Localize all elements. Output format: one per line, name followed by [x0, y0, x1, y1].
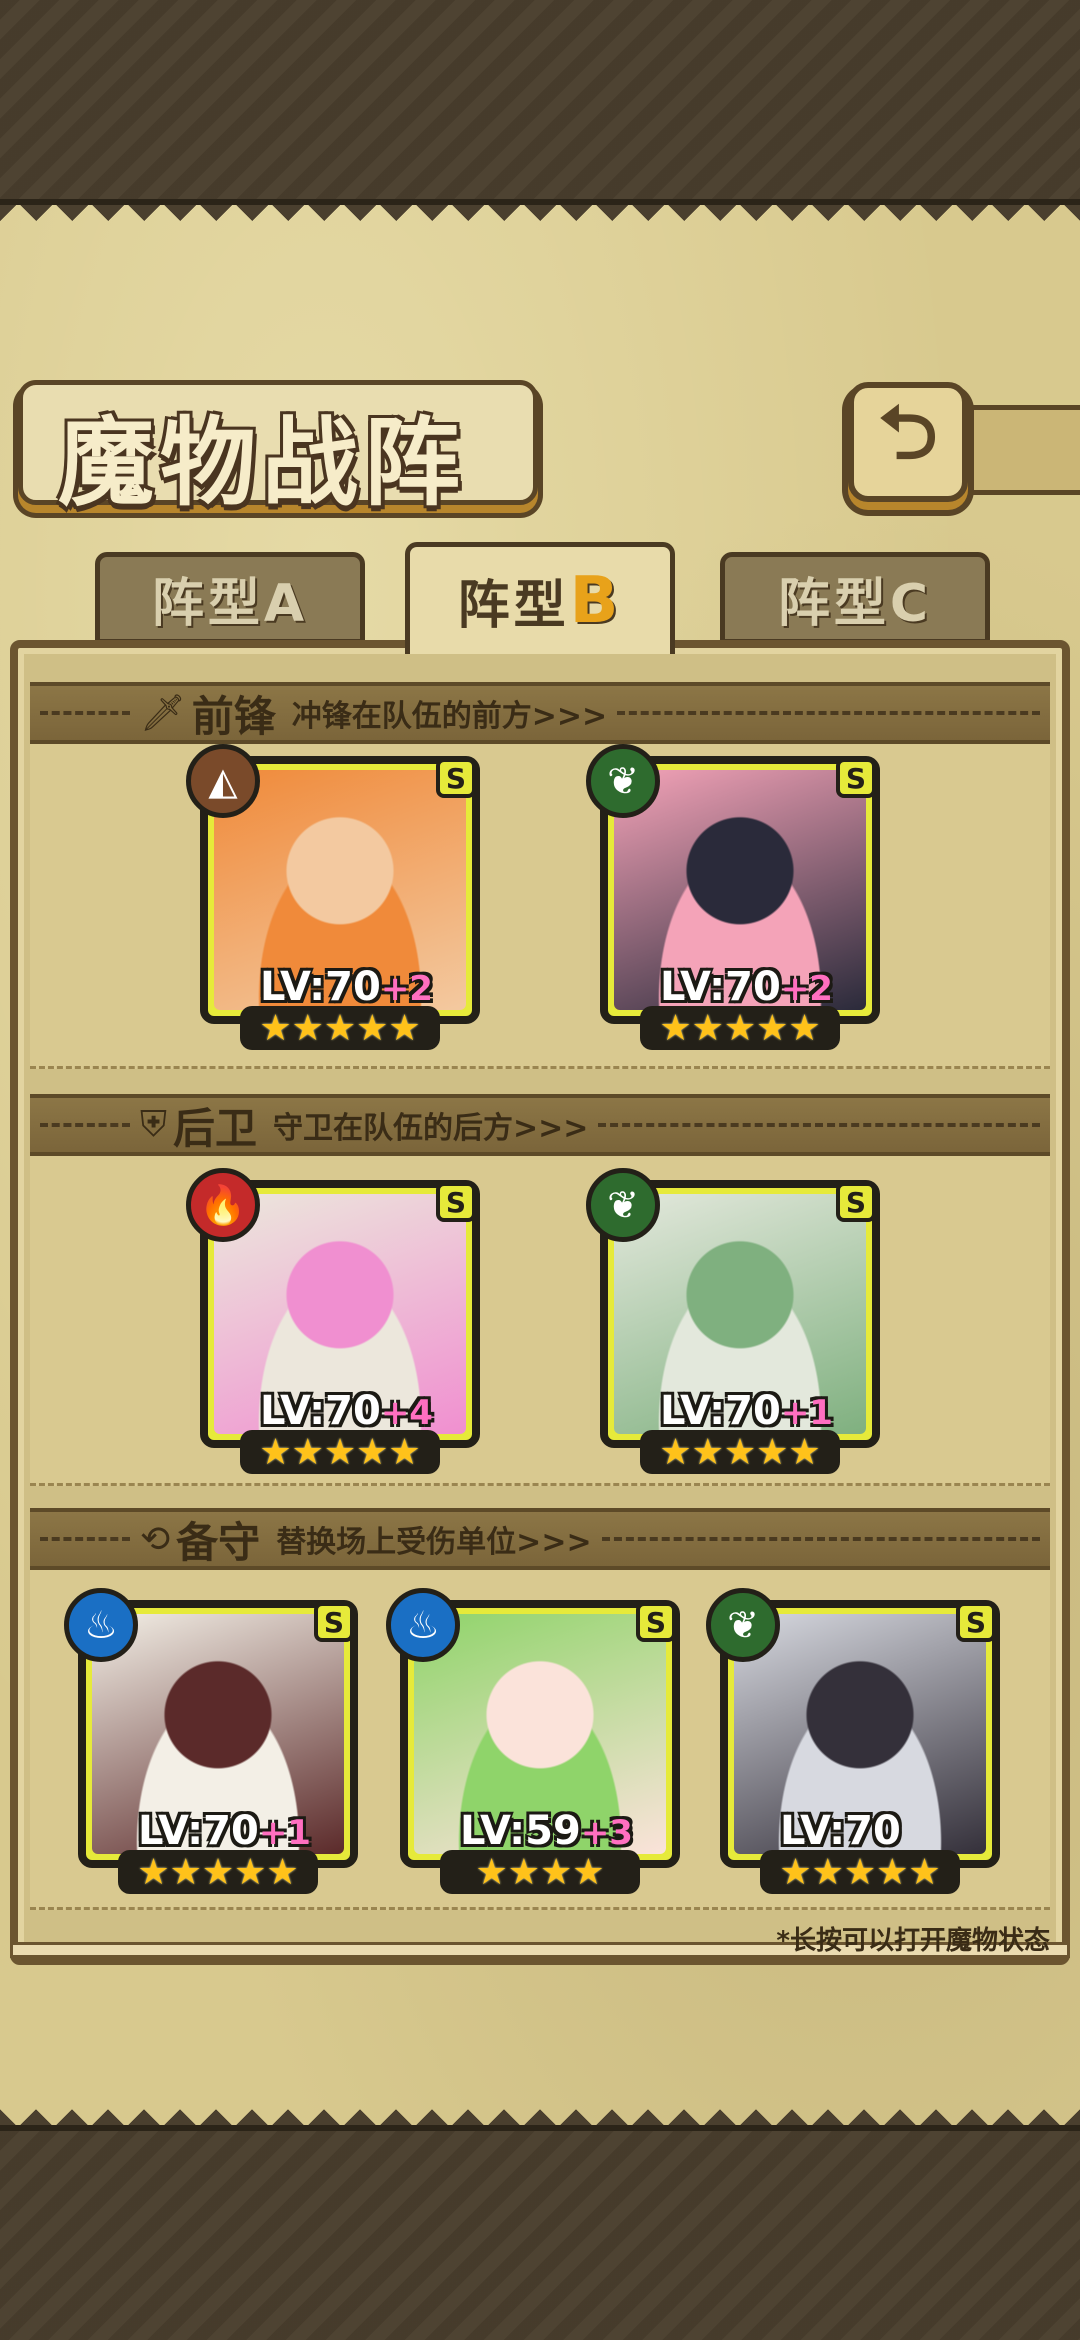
level-value: LV:70 [260, 1388, 381, 1434]
level-bonus: +1 [258, 1813, 311, 1853]
water-element-icon: ♨ [386, 1588, 460, 1662]
level-value: LV:70 [138, 1808, 259, 1854]
earth-element-icon: ◭ [186, 744, 260, 818]
sword-icon: 🗡 [140, 693, 186, 734]
star-rating: ★★★★★ [118, 1850, 318, 1894]
monster-card-back-1[interactable]: S 🔥 LV:70+4 ★★★★★ [186, 1168, 480, 1474]
monster-card-reserve-2[interactable]: S ♨ LV:59+3 ★★★★ [386, 1588, 680, 1894]
level-label: LV:59+3 [460, 1808, 633, 1854]
zigzag-edge-bottom [0, 2097, 1080, 2125]
tab-label-letter: B [569, 563, 623, 638]
return-arrow-icon: ⮌ [878, 390, 938, 476]
section-description: 守卫在队伍的后方>>> [273, 1111, 589, 1146]
shield-icon: ⛨ [140, 1104, 168, 1145]
level-bonus: +2 [780, 969, 833, 1009]
rank-badge: S [436, 758, 476, 798]
level-label: LV:70+1 [138, 1808, 311, 1854]
leaf-element-icon: ❦ [586, 744, 660, 818]
star-rating: ★★★★★ [240, 1006, 440, 1050]
section-title: 前锋 [191, 691, 276, 741]
water-element-icon: ♨ [64, 1588, 138, 1662]
monster-card-front-1[interactable]: S ◭ LV:70+2 ★★★★★ [186, 744, 480, 1050]
level-value: LV:59 [460, 1808, 581, 1854]
level-label: LV:70+1 [660, 1388, 833, 1434]
level-value: LV:70 [660, 1388, 781, 1434]
level-label: LV:70 [780, 1808, 901, 1854]
section-description: 替换场上受伤单位>>> [276, 1525, 592, 1560]
front-row [30, 744, 1050, 1069]
level-label: LV:70+4 [260, 1388, 433, 1434]
star-rating: ★★★★★ [640, 1430, 840, 1474]
level-value: LV:70 [780, 1808, 901, 1854]
level-value: LV:70 [660, 964, 781, 1010]
level-bonus: +2 [380, 969, 433, 1009]
bottom-border [0, 2125, 1080, 2340]
rank-badge: S [636, 1602, 676, 1642]
rank-badge: S [314, 1602, 354, 1642]
long-press-hint: *长按可以打开魔物状态 [776, 1926, 1050, 1956]
tab-label: 阵型A [151, 573, 309, 634]
rank-badge: S [956, 1602, 996, 1642]
tab-label: 阵型C [777, 573, 933, 634]
star-rating: ★★★★ [440, 1850, 640, 1894]
level-value: LV:70 [260, 964, 381, 1010]
back-row [30, 1156, 1050, 1486]
level-bonus: +3 [580, 1813, 633, 1853]
back-button[interactable]: ⮌ [848, 382, 968, 502]
level-label: LV:70+2 [260, 964, 433, 1010]
section-title: 后卫 [173, 1103, 258, 1153]
monster-card-front-2[interactable]: S ❦ LV:70+2 ★★★★★ [586, 744, 880, 1050]
star-rating: ★★★★★ [640, 1006, 840, 1050]
star-rating: ★★★★★ [240, 1430, 440, 1474]
tab-formation-c[interactable]: 阵型C [720, 552, 990, 644]
section-title: 备守 [176, 1517, 261, 1567]
tab-label: 阵型 [457, 576, 570, 636]
monster-card-reserve-1[interactable]: S ♨ LV:70+1 ★★★★★ [64, 1588, 358, 1894]
tab-formation-a[interactable]: 阵型A [95, 552, 365, 644]
fire-element-icon: 🔥 [186, 1168, 260, 1242]
leaf-element-icon: ❦ [706, 1588, 780, 1662]
back-rail [968, 405, 1080, 495]
level-bonus: +1 [780, 1393, 833, 1433]
star-rating: ★★★★★ [760, 1850, 960, 1894]
section-header-front: 🗡 前锋 冲锋在队伍的前方>>> [30, 682, 1050, 744]
rank-badge: S [836, 758, 876, 798]
swap-arrows-icon: ⟲ [140, 1518, 171, 1560]
section-header-reserve: ⟲ 备守 替换场上受伤单位>>> [30, 1508, 1050, 1570]
leaf-element-icon: ❦ [586, 1168, 660, 1242]
top-border [0, 0, 1080, 205]
tab-formation-b[interactable]: 阵型 B [405, 542, 675, 654]
zigzag-edge-top [0, 205, 1080, 233]
level-bonus: +4 [380, 1393, 433, 1433]
level-label: LV:70+2 [660, 964, 833, 1010]
monster-card-reserve-3[interactable]: S ❦ LV:70 ★★★★★ [706, 1588, 1000, 1894]
rank-badge: S [436, 1182, 476, 1222]
section-description: 冲锋在队伍的前方>>> [291, 699, 608, 734]
rank-badge: S [836, 1182, 876, 1222]
monster-card-back-2[interactable]: S ❦ LV:70+1 ★★★★★ [586, 1168, 880, 1474]
page-title: 魔物战阵 [58, 406, 466, 519]
section-header-back: ⛨ 后卫 守卫在队伍的后方>>> [30, 1094, 1050, 1156]
